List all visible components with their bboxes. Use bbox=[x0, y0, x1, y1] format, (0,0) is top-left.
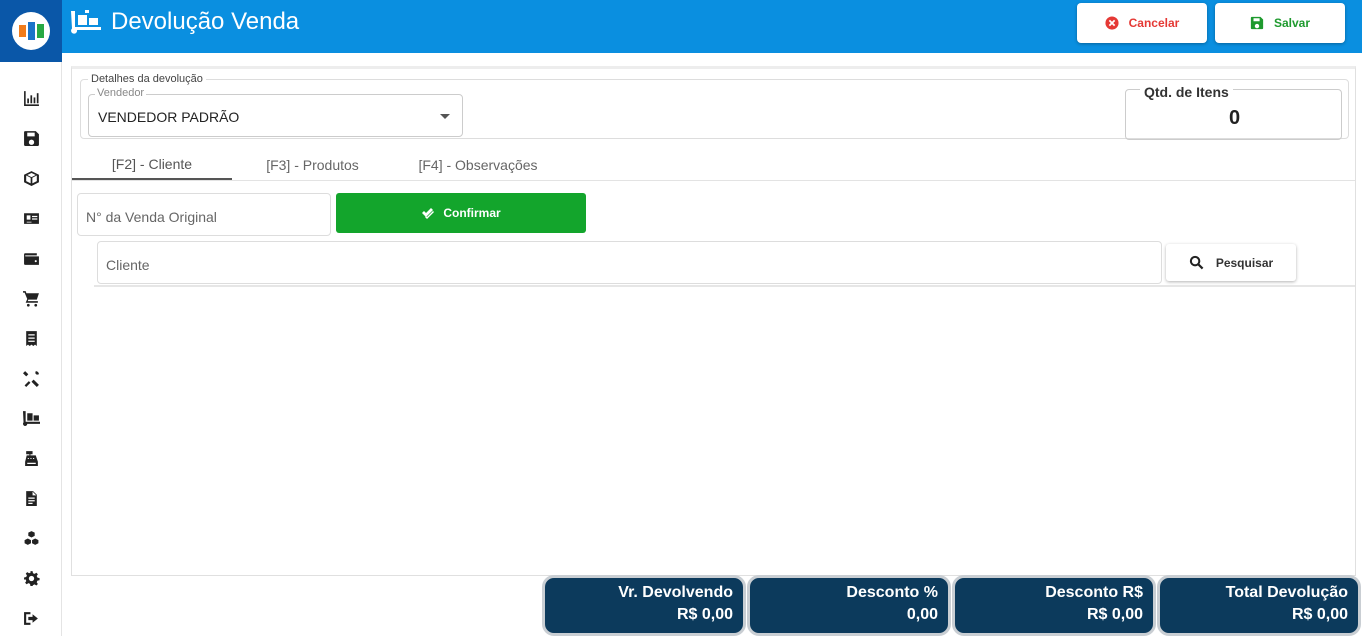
totals-bar: Vr. Devolvendo R$ 0,00 Desconto % 0,00 D… bbox=[542, 575, 1362, 636]
id-card-icon bbox=[23, 212, 39, 224]
vendedor-label: Vendedor bbox=[95, 87, 147, 99]
boxes-icon bbox=[24, 530, 38, 545]
tab-bar: [F2] - Cliente [F3] - Produtos [F4] - Ob… bbox=[72, 149, 1355, 181]
tab-produtos[interactable]: [F3] - Produtos bbox=[232, 149, 393, 180]
chart-icon bbox=[23, 90, 39, 106]
save-icon bbox=[23, 130, 39, 146]
save-icon bbox=[1250, 16, 1264, 30]
sidebar-item-dashboard[interactable] bbox=[0, 78, 62, 118]
app-logo bbox=[12, 12, 50, 50]
header-bar: Devolução Venda Cancelar Salvar bbox=[62, 0, 1362, 53]
total-value: R$ 0,00 bbox=[676, 606, 733, 623]
confirm-button-label: Confirmar bbox=[443, 206, 501, 220]
total-card-desconto-percent: Desconto % 0,00 bbox=[747, 575, 951, 636]
sidebar-item-products[interactable] bbox=[0, 158, 62, 198]
sidebar bbox=[0, 0, 62, 636]
box-icon bbox=[23, 170, 39, 186]
save-button-label: Salvar bbox=[1273, 16, 1311, 30]
sidebar-item-services[interactable] bbox=[0, 358, 62, 398]
tools-icon bbox=[22, 370, 39, 387]
sidebar-item-receipts[interactable] bbox=[0, 318, 62, 358]
cancel-button[interactable]: Cancelar bbox=[1077, 3, 1207, 43]
sidebar-item-save[interactable] bbox=[0, 118, 62, 158]
sidebar-item-sales[interactable] bbox=[0, 278, 62, 318]
logo-area[interactable] bbox=[0, 0, 62, 62]
document-icon bbox=[25, 490, 37, 506]
vendedor-value: VENDEDOR PADRÃO bbox=[98, 109, 240, 125]
original-sale-number-input[interactable]: N° da Venda Original bbox=[77, 193, 331, 236]
total-value: R$ 0,00 bbox=[1086, 606, 1143, 623]
main-panel: Detalhes da devolução Vendedor VENDEDOR … bbox=[71, 66, 1356, 576]
total-value: 0,00 bbox=[906, 606, 938, 623]
tab-cliente[interactable]: [F2] - Cliente bbox=[72, 149, 232, 180]
sidebar-item-pos[interactable] bbox=[0, 438, 62, 478]
qty-items-value: 0 bbox=[1228, 107, 1241, 129]
page-header: Devolução Venda bbox=[71, 8, 299, 36]
page-title: Devolução Venda bbox=[111, 8, 300, 35]
sidebar-item-stock[interactable] bbox=[0, 398, 62, 438]
total-card-total-devolucao: Total Devolução R$ 0,00 bbox=[1157, 575, 1361, 636]
total-label: Desconto R$ bbox=[1045, 584, 1143, 601]
sidebar-item-clients[interactable] bbox=[0, 198, 62, 238]
details-fieldset: Detalhes da devolução Vendedor VENDEDOR … bbox=[80, 73, 1349, 140]
search-icon bbox=[1189, 255, 1204, 270]
save-button[interactable]: Salvar bbox=[1215, 3, 1345, 43]
sidebar-nav bbox=[0, 78, 62, 636]
return-dolly-icon bbox=[71, 10, 101, 34]
details-legend: Detalhes da devolução bbox=[88, 73, 206, 85]
dolly-icon bbox=[22, 410, 40, 426]
sidebar-item-inventory[interactable] bbox=[0, 518, 62, 558]
wallet-icon bbox=[23, 252, 39, 265]
qty-items-label: Qtd. de Itens bbox=[1140, 84, 1233, 100]
total-label: Vr. Devolvendo bbox=[618, 584, 733, 601]
receipt-icon bbox=[25, 330, 37, 346]
qty-items-box: Qtd. de Itens 0 bbox=[1125, 84, 1342, 140]
divider bbox=[94, 285, 1355, 287]
total-label: Desconto % bbox=[846, 584, 938, 601]
sidebar-item-documents[interactable] bbox=[0, 478, 62, 518]
search-button[interactable]: Pesquisar bbox=[1166, 244, 1296, 281]
tab-observacoes[interactable]: [F4] - Observações bbox=[393, 149, 563, 180]
cliente-input[interactable]: Cliente bbox=[97, 241, 1162, 284]
total-card-devolvendo: Vr. Devolvendo R$ 0,00 bbox=[542, 575, 746, 636]
chevron-down-icon bbox=[440, 114, 450, 119]
total-label: Total Devolução bbox=[1225, 584, 1348, 601]
sidebar-item-finance[interactable] bbox=[0, 238, 62, 278]
sidebar-item-logout[interactable] bbox=[0, 598, 62, 636]
total-value: R$ 0,00 bbox=[1291, 606, 1348, 623]
sidebar-item-settings[interactable] bbox=[0, 558, 62, 598]
cart-icon bbox=[22, 290, 39, 307]
confirm-button[interactable]: Confirmar bbox=[336, 193, 586, 233]
cancel-button-label: Cancelar bbox=[1128, 16, 1180, 30]
cash-register-icon bbox=[24, 450, 38, 466]
cancel-icon bbox=[1105, 16, 1119, 30]
search-button-label: Pesquisar bbox=[1215, 255, 1274, 270]
vendedor-select[interactable]: Vendedor VENDEDOR PADRÃO bbox=[88, 87, 463, 137]
total-card-desconto-value: Desconto R$ R$ 0,00 bbox=[952, 575, 1156, 636]
gear-icon bbox=[23, 570, 40, 586]
logout-icon bbox=[23, 611, 38, 625]
double-check-icon bbox=[422, 208, 435, 219]
